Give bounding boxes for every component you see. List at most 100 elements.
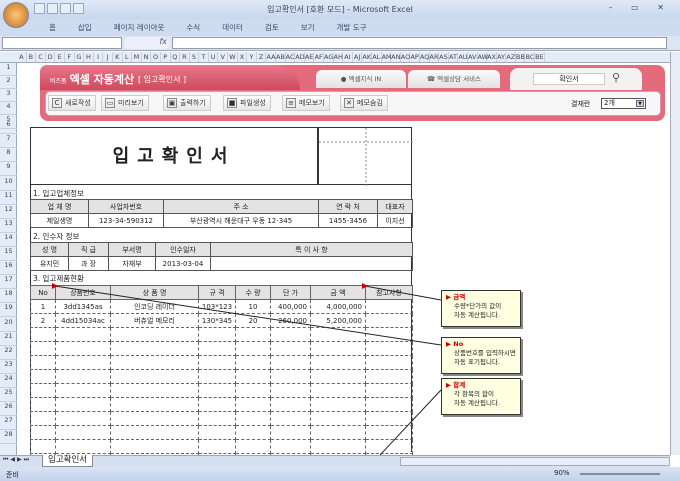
row-header[interactable]: 13 bbox=[0, 219, 17, 233]
table-cell[interactable] bbox=[30, 327, 56, 342]
toolbar-button-2[interactable]: ▣ 출력하기 bbox=[163, 95, 211, 111]
table-cell[interactable]: 제일생명 bbox=[30, 213, 89, 228]
column-header[interactable]: AH bbox=[334, 52, 344, 62]
table-cell[interactable]: 인수일자 bbox=[155, 242, 211, 257]
column-header[interactable]: AD bbox=[295, 52, 305, 62]
table-cell[interactable] bbox=[310, 439, 366, 454]
column-header[interactable]: AP bbox=[410, 52, 420, 62]
table-cell[interactable]: 2013-03-04 bbox=[155, 256, 211, 271]
row-header[interactable]: 2 bbox=[0, 76, 17, 89]
name-box[interactable] bbox=[2, 37, 122, 49]
column-header[interactable]: D bbox=[46, 52, 56, 62]
column-header[interactable]: X bbox=[238, 52, 248, 62]
sheet-tab[interactable]: 입고확인서 bbox=[42, 455, 94, 467]
column-header[interactable]: AQ bbox=[420, 52, 430, 62]
table-cell[interactable] bbox=[55, 355, 111, 370]
table-cell[interactable] bbox=[110, 425, 199, 440]
table-cell[interactable] bbox=[235, 341, 271, 356]
row-header[interactable]: 24 bbox=[0, 374, 17, 388]
table-cell[interactable] bbox=[365, 411, 413, 426]
table-cell[interactable] bbox=[270, 341, 311, 356]
window-controls[interactable]: – ▭ ✕ bbox=[609, 3, 672, 12]
table-cell[interactable]: 1455-3456 bbox=[318, 213, 378, 228]
table-cell[interactable] bbox=[30, 397, 56, 412]
table-cell[interactable] bbox=[198, 327, 236, 342]
row-header[interactable]: 20 bbox=[0, 318, 17, 332]
table-cell[interactable] bbox=[310, 355, 366, 370]
table-cell[interactable] bbox=[235, 327, 271, 342]
table-cell[interactable] bbox=[198, 411, 236, 426]
office-button[interactable] bbox=[3, 2, 29, 28]
table-cell[interactable] bbox=[235, 397, 271, 412]
column-header[interactable]: AX bbox=[487, 52, 497, 62]
table-cell[interactable] bbox=[55, 341, 111, 356]
table-cell[interactable] bbox=[270, 355, 311, 370]
table-cell[interactable] bbox=[110, 383, 199, 398]
row-header[interactable]: 23 bbox=[0, 360, 17, 374]
row-header[interactable]: 21 bbox=[0, 332, 17, 346]
toolbar-button-3[interactable]: ■ 파일생성 bbox=[223, 95, 271, 111]
column-header[interactable]: N bbox=[142, 52, 152, 62]
table-cell[interactable] bbox=[110, 397, 199, 412]
table-cell[interactable] bbox=[30, 341, 56, 356]
table-cell[interactable]: 과 장 bbox=[68, 256, 109, 271]
table-cell[interactable] bbox=[365, 369, 413, 384]
column-header[interactable]: BC bbox=[525, 52, 536, 62]
table-cell[interactable] bbox=[235, 355, 271, 370]
column-header[interactable]: M bbox=[132, 52, 142, 62]
column-header[interactable]: AV bbox=[468, 52, 478, 62]
table-cell[interactable] bbox=[235, 369, 271, 384]
table-cell[interactable]: 대표자 bbox=[377, 199, 413, 214]
table-cell[interactable]: 400,000 bbox=[270, 299, 311, 314]
approval-select[interactable]: 2개 ▼ bbox=[601, 98, 646, 109]
ribbon-tab[interactable]: 데이터 bbox=[211, 19, 254, 36]
table-cell[interactable]: 업 체 명 bbox=[30, 199, 89, 214]
column-header[interactable]: J bbox=[103, 52, 113, 62]
column-header[interactable]: BE bbox=[535, 52, 545, 62]
table-cell[interactable] bbox=[198, 425, 236, 440]
ribbon-tab[interactable]: 페이지 레이아웃 bbox=[103, 19, 176, 36]
row-header[interactable]: 15 bbox=[0, 247, 17, 261]
row-header[interactable]: 28 bbox=[0, 430, 17, 445]
table-cell[interactable] bbox=[55, 439, 111, 454]
row-header[interactable]: 1 bbox=[0, 63, 17, 76]
table-cell[interactable]: 123-34-590312 bbox=[88, 213, 164, 228]
table-cell[interactable]: 상품번호 bbox=[55, 285, 111, 300]
table-cell[interactable]: 상 품 명 bbox=[110, 285, 199, 300]
table-cell[interactable] bbox=[55, 327, 111, 342]
search-input[interactable]: 확인서 bbox=[533, 73, 605, 85]
ribbon-tab[interactable]: 수식 bbox=[175, 19, 211, 36]
table-cell[interactable] bbox=[270, 327, 311, 342]
column-header[interactable]: W bbox=[228, 52, 238, 62]
table-cell[interactable]: 수 량 bbox=[235, 285, 271, 300]
table-cell[interactable] bbox=[198, 355, 236, 370]
table-cell[interactable]: 3dd1345as bbox=[55, 299, 111, 314]
table-cell[interactable] bbox=[270, 369, 311, 384]
vertical-scrollbar[interactable] bbox=[670, 52, 680, 455]
column-header[interactable]: AE bbox=[305, 52, 315, 62]
column-header[interactable]: A bbox=[17, 52, 27, 62]
column-header[interactable]: AM bbox=[382, 52, 392, 62]
toolbar-button-5[interactable]: ✕ 메모숨김 bbox=[340, 95, 388, 111]
table-cell[interactable] bbox=[198, 439, 236, 454]
column-header[interactable]: AU bbox=[458, 52, 468, 62]
table-cell[interactable] bbox=[310, 425, 366, 440]
column-header[interactable]: AC bbox=[286, 52, 296, 62]
column-header[interactable]: P bbox=[161, 52, 171, 62]
table-cell[interactable]: 부산광역시 해운대구 우동 12-345 bbox=[163, 213, 319, 228]
table-cell[interactable]: 5,200,000 bbox=[310, 313, 366, 328]
row-header[interactable]: 26 bbox=[0, 402, 17, 417]
column-header[interactable]: O bbox=[151, 52, 161, 62]
table-cell[interactable] bbox=[365, 355, 413, 370]
table-cell[interactable] bbox=[55, 369, 111, 384]
row-header[interactable]: 11 bbox=[0, 191, 17, 205]
row-header[interactable]: 16 bbox=[0, 261, 17, 276]
table-cell[interactable] bbox=[110, 355, 199, 370]
row-header[interactable]: 18 bbox=[0, 289, 17, 304]
table-cell[interactable]: 2 bbox=[30, 313, 56, 328]
row-header[interactable]: 12 bbox=[0, 205, 17, 219]
table-cell[interactable] bbox=[110, 439, 199, 454]
table-cell[interactable] bbox=[310, 327, 366, 342]
table-cell[interactable] bbox=[270, 425, 311, 440]
table-cell[interactable] bbox=[210, 256, 413, 271]
